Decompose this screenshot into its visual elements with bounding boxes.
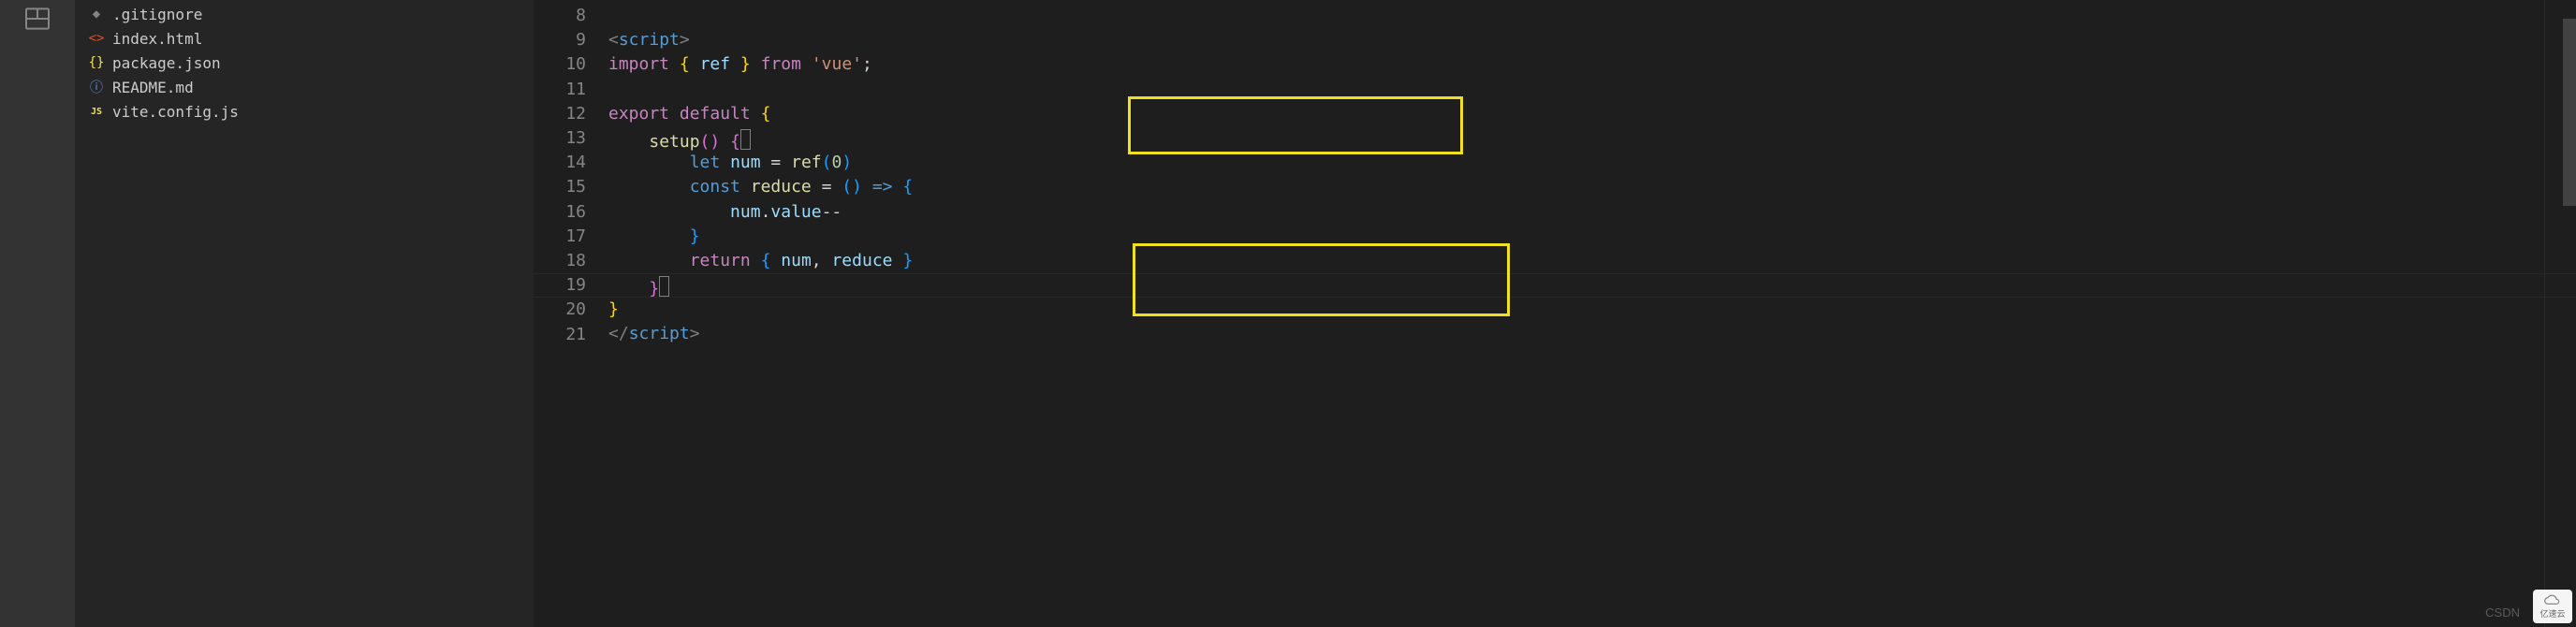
code-line[interactable]: } [608,273,2544,298]
file-name-label: .gitignore [112,6,202,23]
code-line[interactable]: <script> [608,28,2544,52]
panel-layout-icon[interactable] [22,4,52,34]
file-type-icon: ⓘ [88,78,105,96]
line-number: 20 [534,298,586,322]
code-line[interactable]: const reduce = () => { [608,175,2544,199]
code-line[interactable]: return { num, reduce } [608,249,2544,273]
file-type-icon: {} [88,55,105,70]
code-content[interactable]: <script>import { ref } from 'vue'; export… [608,0,2544,627]
watermark-logo: 亿速云 [2533,590,2572,623]
watermark-csdn: CSDN [2485,605,2520,620]
line-number: 17 [534,225,586,249]
file-explorer: ◆ .gitignore <> index.html {} package.json ⓘ RE… [75,0,534,627]
file-item[interactable]: <> index.html [75,26,534,51]
vertical-scrollbar[interactable] [2563,0,2576,627]
line-number-gutter: 89101112131415161718192021 [534,0,608,627]
line-number: 21 [534,323,586,347]
file-type-icon: <> [88,31,105,46]
file-type-icon: ◆ [88,7,105,22]
code-line[interactable]: </script> [608,322,2544,346]
file-name-label: README.md [112,79,194,96]
line-number: 11 [534,78,586,102]
file-name-label: index.html [112,30,202,48]
code-line[interactable]: } [608,298,2544,322]
line-number: 15 [534,175,586,199]
file-item[interactable]: {} package.json [75,51,534,75]
file-name-label: vite.config.js [112,103,239,121]
line-number: 14 [534,151,586,175]
code-line[interactable]: setup() { [608,126,2544,151]
file-item[interactable]: ⓘ README.md [75,75,534,99]
minimap[interactable] [2544,0,2563,627]
scrollbar-thumb[interactable] [2563,19,2576,206]
code-line[interactable]: } [608,225,2544,249]
line-number: 8 [534,4,586,28]
file-item[interactable]: JS vite.config.js [75,99,534,124]
line-number: 16 [534,200,586,225]
code-line[interactable] [608,4,2544,28]
line-number: 10 [534,52,586,77]
code-line[interactable]: import { ref } from 'vue'; [608,52,2544,77]
line-number: 12 [534,102,586,126]
file-name-label: package.json [112,54,221,72]
file-type-icon: JS [88,107,105,117]
file-item[interactable]: ◆ .gitignore [75,2,534,26]
line-number: 13 [534,126,586,151]
line-number: 18 [534,249,586,273]
code-line[interactable]: let num = ref(0) [608,151,2544,175]
editor[interactable]: 89101112131415161718192021 <script>impor… [534,0,2576,627]
code-line[interactable] [608,78,2544,102]
activity-bar [0,0,75,627]
code-line[interactable]: export default { [608,102,2544,126]
line-number: 9 [534,28,586,52]
code-line[interactable]: num.value-- [608,200,2544,225]
